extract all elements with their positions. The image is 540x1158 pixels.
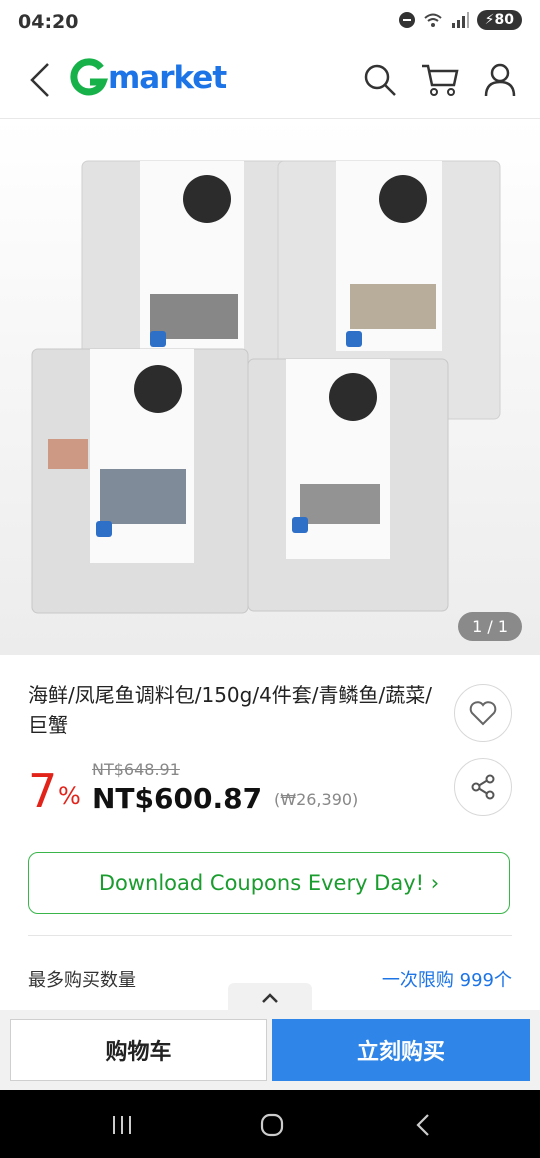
search-icon [364,64,396,96]
wifi-icon [424,13,442,27]
battery-indicator: ⚡80 [476,10,522,30]
sale-price: NT$600.87 [92,782,263,815]
recent-apps-button[interactable] [107,1110,137,1140]
status-time: 04:20 [18,11,79,33]
max-purchase-label: 最多购买数量 [28,970,136,991]
share-button[interactable] [454,758,512,816]
gmarket-g-logo-icon [70,58,108,96]
cart-button[interactable] [420,60,460,100]
wishlist-button[interactable] [454,684,512,742]
max-purchase-value[interactable]: 一次限购 999个 [382,966,512,992]
chevron-left-icon [30,63,49,97]
original-price: NT$648.91 [92,760,180,779]
chevron-up-icon [262,993,278,1003]
price-krw: (₩26,390) [274,790,359,809]
discount-rate: 7 [28,764,58,818]
back-arrow-icon [416,1114,429,1136]
discount-percent-sign: % [58,782,81,810]
signal-icon [451,12,469,28]
account-button[interactable] [480,60,520,100]
status-icons: ⚡80 [398,10,522,30]
user-icon [484,63,516,97]
product-image [0,119,540,655]
share-icon [471,774,495,800]
battery-level: 80 [494,12,514,28]
status-bar: 04:20 ⚡80 [0,0,540,46]
heart-icon [469,701,497,726]
search-button[interactable] [360,60,400,100]
gmarket-logo[interactable]: market [68,56,227,100]
back-button[interactable] [20,58,60,102]
product-title: 海鲜/凤尾鱼调料包/150g/4件套/青鳞鱼/蔬菜/巨蟹 [28,683,433,737]
home-icon [260,1113,284,1137]
add-to-cart-button[interactable]: 购物车 [10,1019,267,1081]
home-button[interactable] [257,1110,287,1140]
product-image-gallery[interactable]: 1 / 1 [0,119,540,655]
image-pager: 1 / 1 [458,612,522,641]
header-actions [360,60,520,100]
expand-options-button[interactable] [228,983,312,1013]
do-not-disturb-icon [398,12,415,28]
recent-apps-icon [113,1116,131,1134]
system-nav-bar [0,1090,540,1158]
buy-now-button[interactable]: 立刻购买 [272,1019,530,1081]
app-header: market [0,46,540,119]
divider [28,935,512,936]
logo-text: market [108,60,227,96]
download-coupons-button[interactable]: Download Coupons Every Day! › [28,852,510,914]
system-back-button[interactable] [408,1110,438,1140]
shopping-cart-icon [422,64,459,96]
